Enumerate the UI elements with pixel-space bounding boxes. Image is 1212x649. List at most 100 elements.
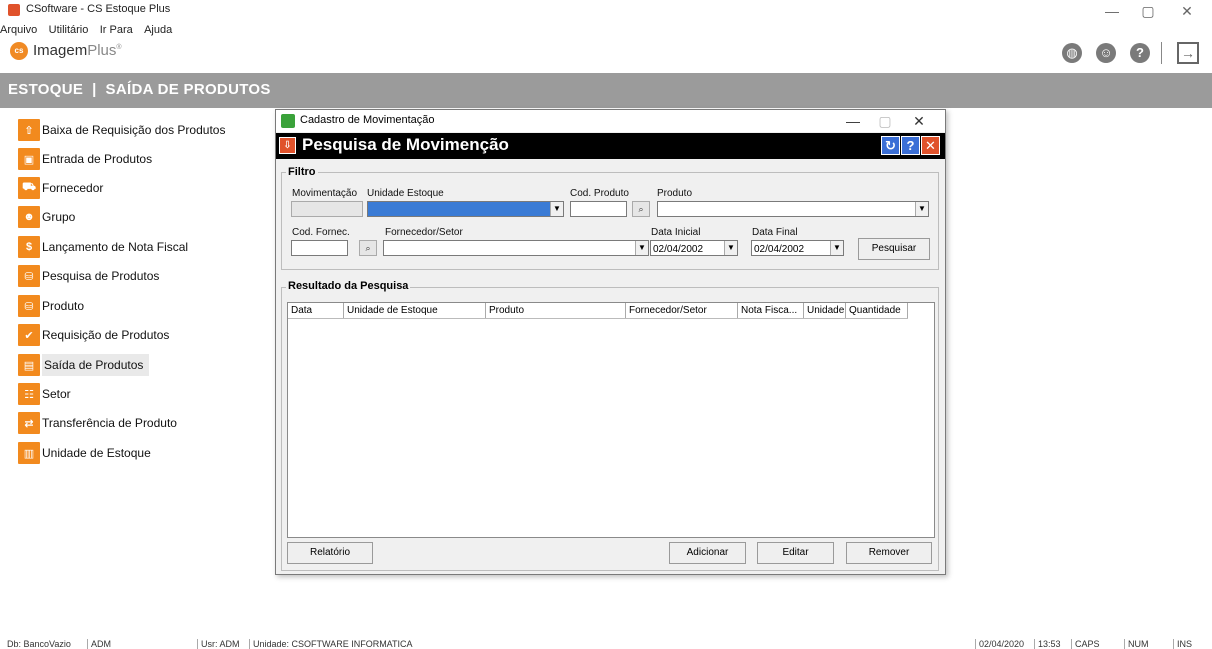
sidebar-item[interactable]: ☷ Setor bbox=[18, 382, 71, 406]
status-db: Db: BancoVazio bbox=[7, 639, 71, 649]
sidebar-item[interactable]: ⇧ Baixa de Requisição dos Produtos bbox=[18, 118, 225, 142]
chevron-down-icon[interactable]: ▼ bbox=[915, 202, 928, 216]
sidebar-item[interactable]: ⛁ Produto bbox=[18, 294, 84, 318]
refresh-icon[interactable]: ↻ bbox=[881, 136, 900, 155]
report-button[interactable]: Relatório bbox=[287, 542, 373, 564]
column-header[interactable]: Quantidade bbox=[846, 303, 908, 318]
minimize-button[interactable]: — bbox=[1097, 0, 1127, 22]
remove-button[interactable]: Remover bbox=[846, 542, 932, 564]
sidebar-item-label: Lançamento de Nota Fiscal bbox=[42, 240, 189, 254]
dialog-heading: Pesquisa de Movimenção bbox=[302, 135, 509, 154]
sidebar-item[interactable]: $ Lançamento de Nota Fiscal bbox=[18, 235, 188, 259]
chevron-down-icon[interactable]: ▼ bbox=[724, 241, 737, 255]
sidebar-item[interactable]: ⛁ Pesquisa de Produtos bbox=[18, 264, 159, 288]
unidade-estoque-select[interactable]: ▼ bbox=[367, 201, 564, 218]
menu-utilitario[interactable]: Utilitário bbox=[49, 24, 89, 36]
dialog-maximize-button: ▢ bbox=[878, 113, 892, 129]
sidebar-item[interactable]: ▤ Saída de Produtos bbox=[18, 353, 150, 377]
fornecedor-select[interactable]: ▼ bbox=[383, 240, 649, 257]
help-icon[interactable]: ? bbox=[1130, 43, 1150, 63]
status-user-short: ADM bbox=[87, 639, 111, 649]
cod-produto-label: Cod. Produto bbox=[570, 188, 629, 199]
produto-select[interactable]: ▼ bbox=[657, 201, 929, 218]
page-title: ESTOQUE | SAÍDA DE PRODUTOS bbox=[8, 81, 271, 98]
data-final-label: Data Final bbox=[752, 227, 798, 238]
column-header[interactable]: Unidade de Estoque bbox=[344, 303, 486, 318]
dialog-heading-bar: ⇩ Pesquisa de Movimenção ↻ ? ✕ bbox=[276, 133, 945, 159]
sidebar-item[interactable]: ✔ Requisição de Produtos bbox=[18, 323, 169, 347]
box-out-icon: ▤ bbox=[18, 354, 40, 376]
column-header[interactable]: Nota Fisca... bbox=[738, 303, 804, 318]
data-final-picker[interactable]: ▼ bbox=[751, 240, 844, 257]
group-icon: ☻ bbox=[18, 206, 40, 228]
toolbar-divider bbox=[1161, 42, 1162, 64]
unidade-estoque-value[interactable] bbox=[368, 203, 563, 218]
money-icon: $ bbox=[18, 236, 40, 258]
data-inicial-picker[interactable]: ▼ bbox=[650, 240, 738, 257]
warehouse-icon: ▥ bbox=[18, 442, 40, 464]
produto-value[interactable] bbox=[658, 203, 928, 218]
menu-ir-para[interactable]: Ir Para bbox=[100, 24, 133, 36]
exit-icon[interactable]: → bbox=[1177, 42, 1199, 64]
fornecedor-value[interactable] bbox=[384, 242, 648, 257]
column-header[interactable]: Unidade bbox=[804, 303, 846, 318]
status-date: 02/04/2020 bbox=[975, 639, 1024, 649]
movimentacao-input bbox=[292, 203, 362, 218]
binoculars-icon[interactable]: ⌕ bbox=[359, 240, 377, 256]
close-button[interactable]: ✕ bbox=[1172, 0, 1202, 22]
truck-icon: ⛟ bbox=[18, 177, 40, 199]
dialog-app-icon bbox=[281, 114, 295, 128]
status-time: 13:53 bbox=[1034, 639, 1061, 649]
page-header: ESTOQUE | SAÍDA DE PRODUTOS bbox=[0, 73, 1212, 108]
cod-fornec-input[interactable] bbox=[292, 242, 347, 257]
user-icon[interactable]: ☺ bbox=[1096, 43, 1116, 63]
menu-bar: Arquivo Utilitário Ir Para Ajuda bbox=[0, 22, 172, 38]
dialog-close-button[interactable]: ✕ bbox=[906, 111, 932, 131]
column-header[interactable]: Fornecedor/Setor bbox=[626, 303, 738, 318]
sidebar-item-label: Grupo bbox=[42, 210, 76, 224]
search-button[interactable]: Pesquisar bbox=[858, 238, 930, 260]
sidebar-item[interactable]: ▥ Unidade de Estoque bbox=[18, 441, 151, 465]
column-header[interactable]: Produto bbox=[486, 303, 626, 318]
sidebar-item-label: Baixa de Requisição dos Produtos bbox=[42, 123, 226, 137]
fornecedor-label: Fornecedor/Setor bbox=[385, 227, 463, 238]
cod-produto-input[interactable] bbox=[571, 203, 626, 218]
logo-badge: cs bbox=[10, 42, 28, 60]
maximize-button[interactable]: ▢ bbox=[1133, 0, 1163, 22]
column-header[interactable]: Data bbox=[288, 303, 344, 318]
sidebar-item-label: Unidade de Estoque bbox=[42, 446, 151, 460]
box-in-icon: ▣ bbox=[18, 148, 40, 170]
add-button[interactable]: Adicionar bbox=[669, 542, 746, 564]
binoculars-icon[interactable]: ⌕ bbox=[632, 201, 650, 217]
sidebar-item[interactable]: ⛟ Fornecedor bbox=[18, 176, 103, 200]
window-titlebar: CSoftware - CS Estoque Plus — ▢ ✕ bbox=[0, 0, 1212, 22]
sidebar-item[interactable]: ☻ Grupo bbox=[18, 205, 75, 229]
logo-mark: ® bbox=[116, 44, 122, 51]
cod-fornec-field[interactable] bbox=[291, 240, 348, 257]
menu-ajuda[interactable]: Ajuda bbox=[144, 24, 172, 36]
sidebar-item[interactable]: ⇄ Transferência de Produto bbox=[18, 411, 177, 435]
status-usr: Usr: ADM bbox=[197, 639, 240, 649]
sidebar-item-label: Setor bbox=[42, 387, 71, 401]
chevron-down-icon[interactable]: ▼ bbox=[550, 202, 563, 216]
status-num: NUM bbox=[1124, 639, 1149, 649]
edit-button[interactable]: Editar bbox=[757, 542, 834, 564]
movimentacao-label: Movimentação bbox=[292, 188, 358, 199]
close-heading-icon[interactable]: ✕ bbox=[921, 136, 940, 155]
chevron-down-icon[interactable]: ▼ bbox=[830, 241, 843, 255]
movement-dialog: Cadastro de Movimentação — ▢ ✕ ⇩ Pesquis… bbox=[275, 109, 946, 575]
globe-icon[interactable]: ◍ bbox=[1062, 43, 1082, 63]
cod-produto-field[interactable] bbox=[570, 201, 627, 218]
help-button-icon[interactable]: ? bbox=[901, 136, 920, 155]
status-ins: INS bbox=[1173, 639, 1192, 649]
logo-brand: Imagem bbox=[33, 42, 88, 59]
dialog-minimize-button[interactable]: — bbox=[840, 111, 866, 131]
produto-label: Produto bbox=[657, 188, 693, 199]
unidade-estoque-label: Unidade Estoque bbox=[367, 188, 444, 199]
sidebar-item-label: Saída de Produtos bbox=[42, 354, 150, 376]
results-table[interactable]: Data Unidade de Estoque Produto Fornecedor/… bbox=[287, 302, 935, 538]
sidebar-item[interactable]: ▣ Entrada de Produtos bbox=[18, 147, 152, 171]
menu-arquivo[interactable]: Arquivo bbox=[0, 24, 37, 36]
chevron-down-icon[interactable]: ▼ bbox=[635, 241, 648, 255]
app-icon bbox=[8, 4, 20, 16]
